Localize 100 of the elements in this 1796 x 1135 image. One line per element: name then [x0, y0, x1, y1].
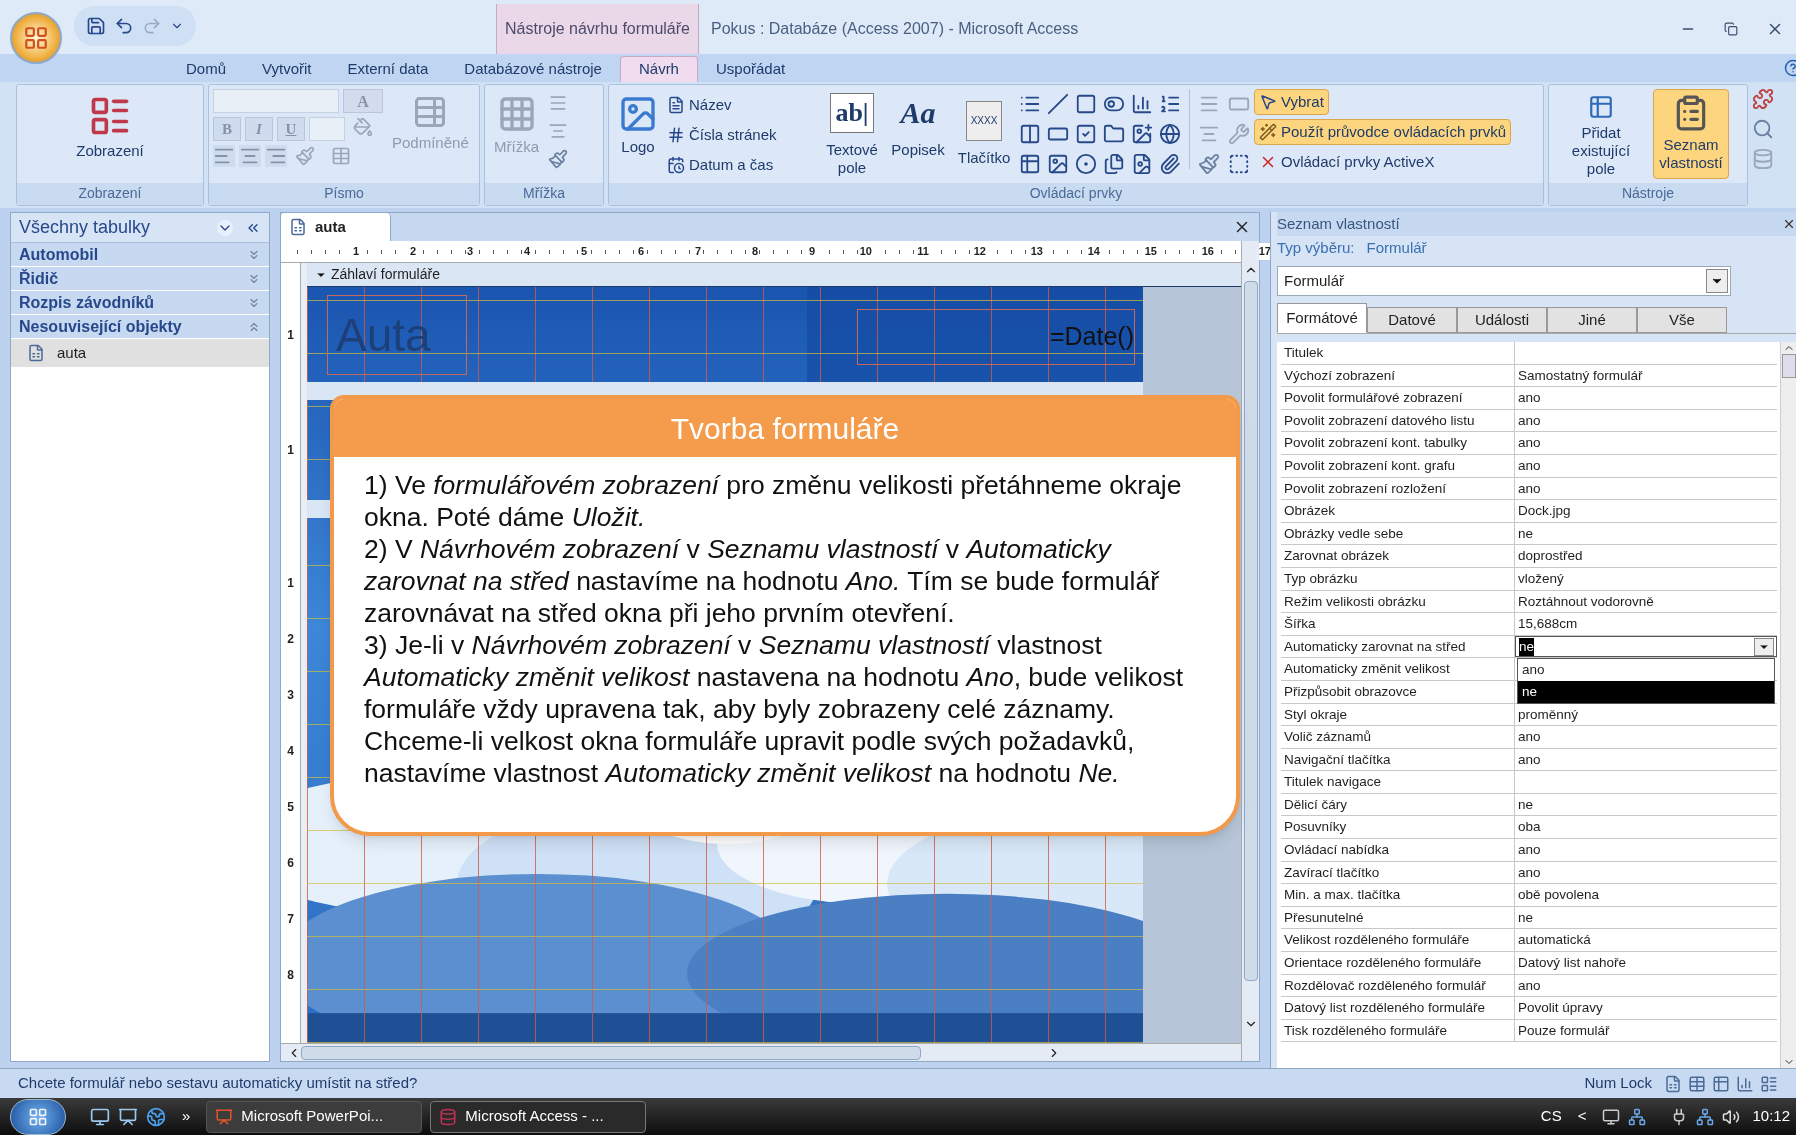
ribbon-button[interactable]: ab| Textové pole — [821, 89, 883, 177]
close-icon[interactable] — [1782, 217, 1796, 231]
font-name-field[interactable] — [213, 89, 339, 113]
language-indicator[interactable]: CS — [1540, 1105, 1562, 1128]
property-value[interactable]: ano — [1515, 974, 1777, 997]
folder-icon[interactable] — [1103, 123, 1125, 145]
ribbon-button[interactable]: Logo — [613, 89, 663, 179]
ribbon-button[interactable]: Datum a čas — [667, 153, 817, 177]
property-value[interactable]: ano — [1515, 409, 1777, 432]
property-value[interactable]: doprostřed — [1515, 545, 1777, 567]
dropdown-option[interactable]: ano — [1518, 658, 1774, 681]
ribbon-button[interactable]: Vybrat — [1254, 89, 1329, 115]
property-tab[interactable]: Události — [1457, 307, 1547, 333]
property-value[interactable]: ne — [1515, 793, 1777, 816]
ribbon-tab[interactable]: Návrh — [619, 56, 698, 82]
image-plus-icon[interactable] — [1131, 123, 1153, 145]
property-tab[interactable]: Datové — [1367, 307, 1457, 333]
ribbon-button[interactable]: Seznam vlastností — [1653, 89, 1729, 179]
fill-color-icon[interactable] — [353, 117, 373, 137]
image-icon[interactable] — [1047, 153, 1069, 175]
ribbon-button[interactable]: Název — [667, 93, 817, 117]
nav-group-header[interactable]: Nesouvisející objekty — [11, 315, 269, 339]
property-tab[interactable]: Vše — [1637, 307, 1727, 333]
property-value[interactable]: ano — [1515, 839, 1777, 861]
ribbon-tab[interactable]: Externí data — [329, 56, 447, 82]
office-button[interactable] — [10, 12, 62, 64]
ribbon-tab[interactable]: Databázové nástroje — [446, 56, 620, 82]
property-value[interactable]: ne — [1515, 906, 1777, 929]
property-value[interactable]: Dock.jpg — [1515, 500, 1777, 522]
property-value[interactable]: Pouze formulář — [1515, 1019, 1777, 1042]
pages-icon[interactable] — [1103, 153, 1125, 175]
table-icon[interactable] — [1019, 153, 1041, 175]
ribbon-button[interactable]: Čísla stránek — [667, 123, 817, 147]
property-value[interactable]: ano — [1515, 454, 1777, 477]
line-color-icon[interactable] — [548, 149, 568, 169]
start-button[interactable] — [10, 1098, 66, 1135]
paperclip-icon[interactable] — [1159, 153, 1181, 175]
callout-title: Tvorba formuláře — [334, 399, 1236, 457]
property-value[interactable]: ano — [1515, 477, 1777, 500]
property-value[interactable]: ano — [1515, 748, 1777, 771]
browser-icon[interactable] — [146, 1106, 166, 1127]
document-tab[interactable]: auta — [281, 213, 391, 241]
property-value[interactable]: Samostatný formulář — [1515, 364, 1777, 387]
dropdown-option[interactable]: ne — [1518, 680, 1774, 703]
ribbon-tab[interactable]: Domů — [168, 56, 244, 82]
ribbon-button[interactable]: Zobrazení — [21, 89, 199, 179]
property-value[interactable]: ano — [1515, 432, 1777, 454]
scroll-thumb[interactable] — [1243, 281, 1258, 981]
property-value[interactable]: Povolit úpravy — [1515, 997, 1777, 1019]
ruler-number: 2 — [287, 631, 294, 648]
ribbon-button[interactable]: XXXX Tlačítko — [953, 89, 1015, 167]
ribbon-button[interactable]: Použít průvodce ovládacích prvků — [1254, 119, 1512, 145]
ribbon-tab[interactable]: Vytvořit — [244, 56, 330, 82]
property-tab[interactable]: Jiné — [1547, 307, 1637, 333]
property-value[interactable]: oba — [1515, 816, 1777, 839]
font-size-field[interactable] — [309, 117, 345, 141]
dropdown-icon[interactable] — [217, 219, 233, 236]
property-value[interactable]: ne — [1515, 522, 1777, 545]
property-name: Režim velikosti obrázku — [1281, 590, 1515, 613]
ribbon-button[interactable]: Ovládací prvky ActiveX — [1254, 149, 1440, 175]
ribbon-button[interactable]: Aa Popisek — [887, 89, 949, 159]
selection-type-value: Formulář — [1366, 237, 1427, 258]
object-dropdown[interactable]: Formulář — [1277, 266, 1731, 296]
property-value[interactable]: 15,688cm — [1515, 613, 1777, 635]
property-tab[interactable]: Formátové — [1277, 303, 1367, 333]
nav-group-header[interactable]: Řidič — [11, 267, 269, 291]
section-header[interactable]: Záhlaví formuláře — [307, 263, 1241, 287]
nav-item[interactable]: auta — [11, 339, 269, 367]
scroll-thumb[interactable] — [301, 1045, 921, 1060]
property-value[interactable]: ano — [1515, 726, 1777, 748]
checkbox-icon[interactable] — [1075, 123, 1097, 145]
columns-icon[interactable] — [1019, 123, 1041, 145]
quick-launch-overflow[interactable]: » — [182, 1105, 191, 1128]
save-icon[interactable] — [86, 16, 106, 36]
line-icon[interactable] — [1047, 93, 1069, 115]
property-value[interactable]: proměnný — [1515, 703, 1777, 726]
desktop-icon[interactable] — [90, 1106, 110, 1127]
ribbon-button[interactable]: Přidat existující pole — [1553, 89, 1649, 179]
property-value[interactable]: ano — [1515, 387, 1777, 409]
property-value[interactable]: automatická — [1515, 929, 1777, 952]
property-value[interactable]: obě povolena — [1515, 884, 1777, 906]
property-value[interactable]: Datový list nahoře — [1515, 952, 1777, 974]
restore-icon[interactable] — [1724, 22, 1738, 36]
taskbar-button[interactable]: Microsoft Access - ... — [430, 1100, 647, 1133]
radio-icon[interactable] — [1075, 153, 1097, 175]
image-file-icon[interactable] — [1131, 153, 1153, 175]
property-value[interactable]: ano — [1515, 861, 1777, 884]
property-value[interactable]: vložený — [1515, 567, 1777, 590]
nav-group-header[interactable]: Automobil — [11, 243, 269, 267]
property-value[interactable]: Roztáhnout vodorovně — [1515, 590, 1777, 613]
nav-group-header[interactable]: Rozpis závodníků — [11, 291, 269, 315]
taskbar-button[interactable]: Microsoft PowerPoi... — [206, 1100, 423, 1133]
globe-icon[interactable] — [1159, 123, 1181, 145]
undo-icon[interactable] — [114, 16, 134, 36]
scroll-thumb[interactable] — [1781, 354, 1796, 378]
frame-icon[interactable] — [1075, 93, 1097, 115]
numbered-list-icon[interactable] — [1159, 93, 1181, 115]
bar-chart-icon[interactable] — [1131, 93, 1153, 115]
show-hidden-icons[interactable]: < — [1577, 1105, 1587, 1128]
ribbon-tab[interactable]: Uspořádat — [697, 56, 804, 82]
